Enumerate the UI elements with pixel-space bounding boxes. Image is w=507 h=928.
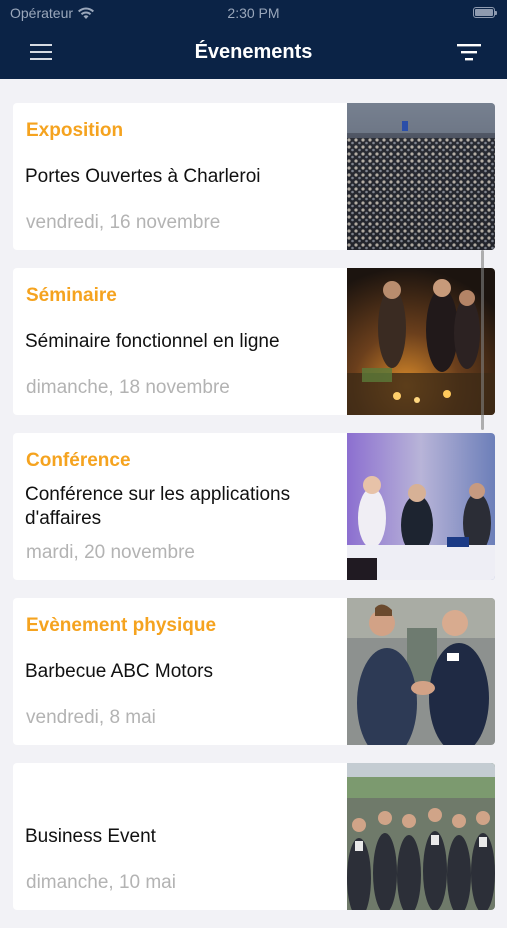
event-card[interactable]: Séminaire Séminaire fonctionnel en ligne… (13, 268, 495, 415)
event-title: Conférence sur les applications d'affair… (25, 484, 291, 529)
event-card[interactable]: Business Event dimanche, 10 mai (13, 763, 495, 910)
event-date: vendredi, 16 novembre (26, 212, 221, 233)
event-date: dimanche, 10 mai (26, 872, 176, 893)
event-card[interactable]: Conférence Conférence sur les applicatio… (13, 433, 495, 580)
event-thumbnail-crowd (347, 103, 495, 250)
scroll-indicator[interactable] (481, 250, 484, 430)
event-thumbnail-reception (347, 268, 495, 415)
event-category: Conférence (26, 450, 131, 471)
event-thumbnail-group (347, 763, 495, 910)
status-time: 2:30 PM (227, 5, 280, 21)
battery-icon (473, 7, 497, 18)
event-title: Portes Ouvertes à Charleroi (25, 166, 261, 187)
event-title: Business Event (25, 826, 156, 847)
event-thumbnail-conference (347, 433, 495, 580)
events-list: Exposition Portes Ouvertes à Charleroi v… (13, 103, 495, 928)
filter-icon[interactable] (457, 43, 481, 61)
page-title: Évenements (194, 41, 313, 63)
event-card[interactable]: Exposition Portes Ouvertes à Charleroi v… (13, 103, 495, 250)
event-card[interactable]: Evènement physique Barbecue ABC Motors v… (13, 598, 495, 745)
event-date: dimanche, 18 novembre (26, 377, 230, 398)
status-bar: Opérateur 2:30 PM (0, 0, 507, 28)
event-date: mardi, 20 novembre (26, 542, 195, 563)
event-category: Séminaire (26, 285, 117, 306)
event-title: Barbecue ABC Motors (25, 661, 213, 682)
event-date: vendredi, 8 mai (26, 707, 156, 728)
event-thumbnail-handshake (347, 598, 495, 745)
nav-bar: Évenements (0, 28, 507, 79)
event-category: Evènement physique (26, 615, 217, 636)
event-category: Exposition (26, 120, 124, 141)
event-title: Séminaire fonctionnel en ligne (25, 331, 280, 352)
